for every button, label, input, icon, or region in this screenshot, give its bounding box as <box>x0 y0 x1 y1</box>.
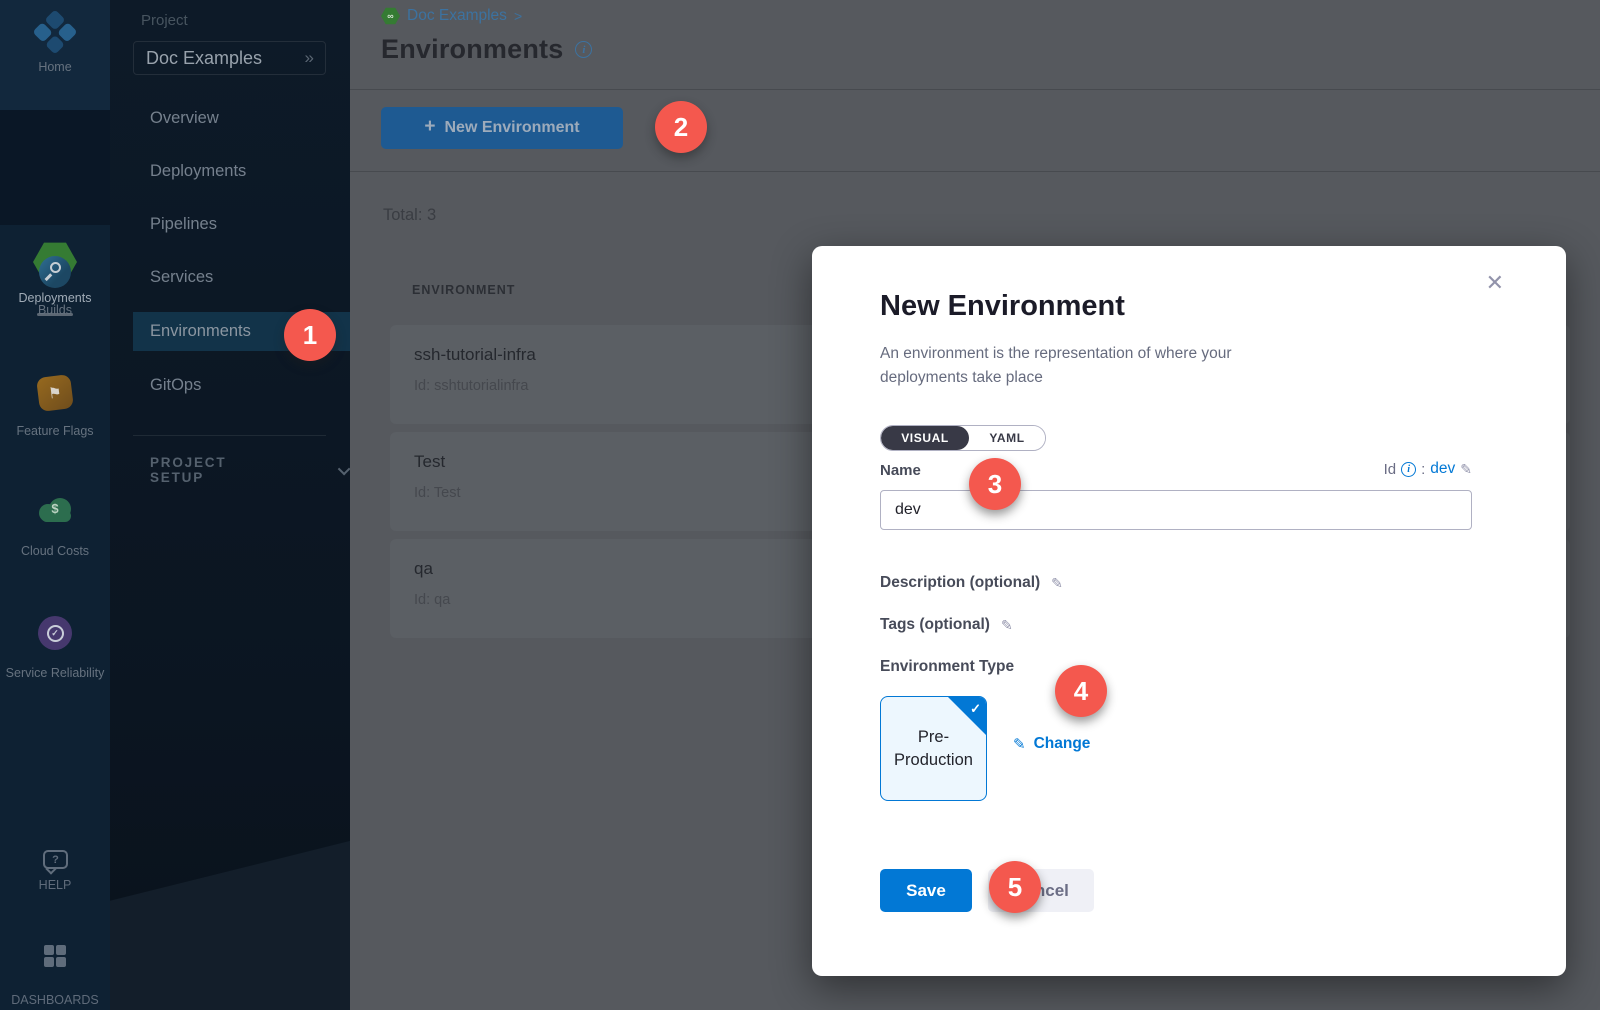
breadcrumb-project-link[interactable]: Doc Examples <box>407 7 507 25</box>
module-rail: Home ∞ Deployments Builds ⚑ Feature Flag… <box>0 0 110 1010</box>
save-button[interactable]: Save <box>880 869 972 912</box>
dialog-subtitle: An environment is the representation of … <box>880 342 1310 390</box>
step-badge-2: 2 <box>655 101 707 153</box>
dialog-title: New Environment <box>880 290 1125 323</box>
dashboards-icon <box>44 945 66 967</box>
change-type-link[interactable]: ✎ Change <box>1013 735 1090 753</box>
name-input[interactable] <box>880 490 1472 530</box>
sidebar-item-gitops[interactable]: GitOps <box>133 366 350 405</box>
sidebar-item-overview[interactable]: Overview <box>133 99 350 138</box>
name-label: Name <box>880 462 921 479</box>
environment-type-card[interactable]: Pre-Production ✓ <box>880 696 987 801</box>
step-badge-5: 5 <box>989 861 1041 913</box>
home-icon <box>32 9 77 54</box>
description-row: Description (optional) ✎ <box>880 574 1063 592</box>
project-name: Doc Examples <box>146 48 305 69</box>
check-icon: ✓ <box>970 700 981 718</box>
sidebar-item-home[interactable]: Home <box>0 0 110 110</box>
double-chevron-icon: » <box>305 48 313 68</box>
edit-type-icon: ✎ <box>1013 735 1026 753</box>
sidebar-item-label: HELP <box>0 878 110 892</box>
sidebar-item-label: Feature Flags <box>0 424 110 438</box>
new-environment-dialog: ✕ New Environment An environment is the … <box>812 246 1566 976</box>
tags-row: Tags (optional) ✎ <box>880 616 1013 634</box>
project-selector[interactable]: Doc Examples » <box>133 41 326 75</box>
id-row: Id i : dev ✎ <box>1384 460 1472 478</box>
step-badge-4: 4 <box>1055 665 1107 717</box>
sidebar-item-label: Service Reliability <box>0 664 110 682</box>
divider <box>350 171 1600 172</box>
environment-type-row: Environment Type <box>880 658 1014 676</box>
project-section-label: Project <box>141 12 188 29</box>
sidebar-item-label: Cloud Costs <box>0 544 110 558</box>
chevron-right-icon: > <box>514 8 522 24</box>
decorative-wave <box>110 833 350 1010</box>
visual-yaml-toggle: VISUAL YAML <box>880 425 1046 451</box>
deployments-module-icon: ∞ <box>381 7 400 25</box>
page-title: Environments <box>381 34 563 65</box>
project-setup-label: PROJECT SETUP <box>150 455 285 485</box>
feature-flags-icon: ⚑ <box>36 374 74 412</box>
service-reliability-icon: ✓ <box>38 616 72 650</box>
project-sidebar: Project Doc Examples » Overview Deployme… <box>110 0 350 1010</box>
sidebar-item-deployments-page[interactable]: Deployments <box>133 152 350 191</box>
description-label: Description (optional) <box>880 574 1040 592</box>
tab-yaml[interactable]: YAML <box>969 426 1045 450</box>
breadcrumb: ∞ Doc Examples > <box>381 7 522 25</box>
sidebar-item-deployments[interactable]: ∞ Deployments <box>0 110 110 225</box>
sidebar-item-pipelines[interactable]: Pipelines <box>133 205 350 244</box>
edit-tags-icon[interactable]: ✎ <box>1001 617 1013 634</box>
chevron-down-icon <box>338 462 350 475</box>
tab-visual[interactable]: VISUAL <box>881 426 969 450</box>
sidebar-item-services[interactable]: Services <box>133 258 350 297</box>
sidebar-item-label: Home <box>0 60 110 74</box>
info-icon[interactable]: i <box>575 41 592 58</box>
info-icon[interactable]: i <box>1401 462 1416 477</box>
cloud-costs-icon: $ <box>37 498 73 522</box>
edit-id-icon[interactable]: ✎ <box>1460 461 1472 478</box>
divider <box>133 435 326 436</box>
close-icon[interactable]: ✕ <box>1486 272 1504 294</box>
project-setup-toggle[interactable]: PROJECT SETUP <box>150 455 350 485</box>
sidebar-item-label: Builds <box>0 303 110 317</box>
plus-icon: + <box>424 116 435 138</box>
environment-type-label: Environment Type <box>880 658 1014 676</box>
total-count: Total: 3 <box>383 206 436 225</box>
step-badge-1: 1 <box>284 309 336 361</box>
help-icon: ? <box>43 850 68 869</box>
sidebar-item-label: DASHBOARDS <box>0 993 110 1007</box>
tags-label: Tags (optional) <box>880 616 990 634</box>
id-value: dev <box>1430 460 1455 478</box>
builds-icon <box>39 256 71 288</box>
divider <box>350 89 1600 90</box>
step-badge-3: 3 <box>969 458 1021 510</box>
table-column-header: ENVIRONMENT <box>412 283 515 297</box>
id-label: Id <box>1384 461 1397 478</box>
edit-description-icon[interactable]: ✎ <box>1051 575 1063 592</box>
new-environment-button[interactable]: + New Environment <box>381 107 623 149</box>
